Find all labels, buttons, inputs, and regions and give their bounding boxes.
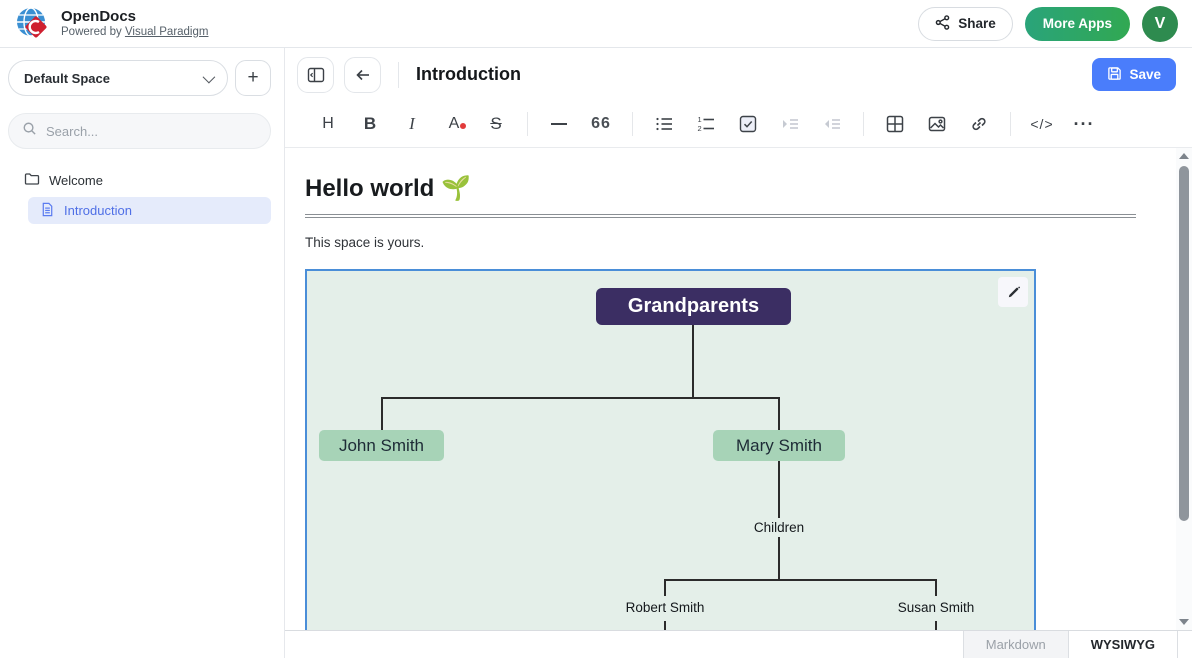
vertical-scrollbar[interactable]	[1176, 148, 1192, 630]
numbered-list-icon[interactable]: 1 2	[685, 115, 727, 133]
back-button[interactable]	[344, 57, 381, 93]
connector-line	[935, 579, 937, 596]
share-icon	[935, 15, 950, 33]
image-icon[interactable]	[916, 115, 958, 133]
formatting-toolbar: H B I A S 66 1 2	[285, 101, 1192, 148]
share-button[interactable]: Share	[918, 7, 1013, 41]
divider	[398, 62, 399, 88]
editor-area[interactable]: Hello world 🌱 This space is yours. Grand…	[285, 148, 1192, 630]
link-icon[interactable]	[958, 115, 1000, 133]
font-color-icon[interactable]: A	[433, 115, 475, 133]
diagram-label-children: Children	[734, 520, 824, 535]
document-icon	[40, 202, 55, 220]
scroll-down-icon[interactable]	[1176, 614, 1192, 630]
diagram-node-grandparents[interactable]: Grandparents	[596, 288, 791, 325]
editor-mode-bar: Markdown WYSIWYG	[285, 630, 1192, 658]
connector-line	[692, 325, 694, 397]
color-dot	[460, 123, 466, 129]
edit-diagram-button[interactable]	[998, 277, 1028, 307]
folder-icon	[24, 171, 40, 190]
sidebar-item-introduction[interactable]: Introduction	[28, 197, 271, 224]
main-panel: Introduction Save H B I A S 66	[285, 48, 1192, 658]
svg-text:2: 2	[698, 124, 702, 133]
space-selector[interactable]: Default Space	[8, 60, 228, 96]
divider	[632, 112, 633, 136]
svg-text:1: 1	[698, 115, 702, 124]
scroll-up-icon[interactable]	[1176, 148, 1192, 164]
outdent-icon	[811, 115, 853, 133]
document-header: Introduction Save	[285, 48, 1192, 101]
diagram-node-john[interactable]: John Smith	[319, 430, 444, 461]
add-space-button[interactable]: +	[235, 60, 271, 96]
connector-line	[778, 461, 780, 518]
tab-wysiwyg[interactable]: WYSIWYG	[1068, 631, 1178, 658]
app-titles: OpenDocs Powered by Visual Paradigm	[61, 8, 208, 38]
editor-content[interactable]: Hello world 🌱 This space is yours. Grand…	[285, 148, 1176, 630]
sidebar-item-welcome[interactable]: Welcome	[8, 167, 271, 194]
connector-line	[664, 579, 666, 596]
search-box[interactable]	[8, 113, 271, 149]
powered-by: Powered by Visual Paradigm	[61, 26, 208, 39]
tree-item-label: Introduction	[64, 203, 132, 218]
horizontal-rule-icon[interactable]	[538, 123, 580, 125]
app-header: OpenDocs Powered by Visual Paradigm Shar…	[0, 0, 1192, 48]
heading-rule	[305, 214, 1136, 218]
toggle-sidebar-button[interactable]	[297, 57, 334, 93]
connector-line	[935, 621, 937, 630]
space-selector-value: Default Space	[24, 71, 110, 86]
user-avatar[interactable]: V	[1142, 6, 1178, 42]
task-list-icon[interactable]	[727, 115, 769, 133]
document-heading: Hello world 🌱	[305, 174, 1136, 203]
header-actions: Share More Apps V	[918, 6, 1178, 42]
diagram-label-robert: Robert Smith	[605, 600, 725, 615]
italic-icon[interactable]: I	[391, 114, 433, 134]
more-apps-button[interactable]: More Apps	[1025, 7, 1130, 41]
save-button[interactable]: Save	[1092, 58, 1176, 91]
chevron-down-icon	[203, 70, 216, 83]
bullet-list-icon[interactable]	[643, 115, 685, 133]
code-block-icon[interactable]: </>	[1021, 116, 1063, 132]
tree-item-label: Welcome	[49, 173, 103, 188]
divider	[1010, 112, 1011, 136]
connector-line	[381, 397, 780, 399]
opendocs-logo-icon	[14, 5, 51, 42]
scrollbar-thumb[interactable]	[1179, 166, 1189, 521]
document-paragraph: This space is yours.	[305, 235, 1136, 250]
divider	[527, 112, 528, 136]
table-icon[interactable]	[874, 115, 916, 133]
diagram-label-susan: Susan Smith	[876, 600, 996, 615]
app-name: OpenDocs	[61, 8, 208, 25]
indent-icon	[769, 115, 811, 133]
connector-line	[381, 397, 383, 430]
connector-line	[778, 397, 780, 430]
visual-paradigm-link[interactable]: Visual Paradigm	[125, 26, 209, 38]
family-tree-diagram[interactable]: Grandparents John Smith Mary Smith Child…	[305, 269, 1036, 630]
divider	[863, 112, 864, 136]
tab-markdown[interactable]: Markdown	[963, 631, 1069, 658]
sidebar: Default Space + Welcome	[0, 48, 285, 658]
page-title: Introduction	[416, 64, 521, 85]
document-tree: Welcome Introduction	[8, 167, 271, 224]
more-options-icon[interactable]: ···	[1063, 114, 1105, 135]
bold-icon[interactable]: B	[349, 114, 391, 134]
search-input[interactable]	[46, 124, 257, 139]
heading-icon[interactable]: H	[307, 115, 349, 133]
strikethrough-icon[interactable]: S	[475, 114, 517, 134]
connector-line	[664, 621, 666, 630]
diagram-node-mary[interactable]: Mary Smith	[713, 430, 845, 461]
save-icon	[1107, 66, 1122, 84]
blockquote-icon[interactable]: 66	[580, 115, 622, 133]
connector-line	[664, 579, 937, 581]
connector-line	[778, 537, 780, 579]
search-icon	[22, 121, 37, 141]
